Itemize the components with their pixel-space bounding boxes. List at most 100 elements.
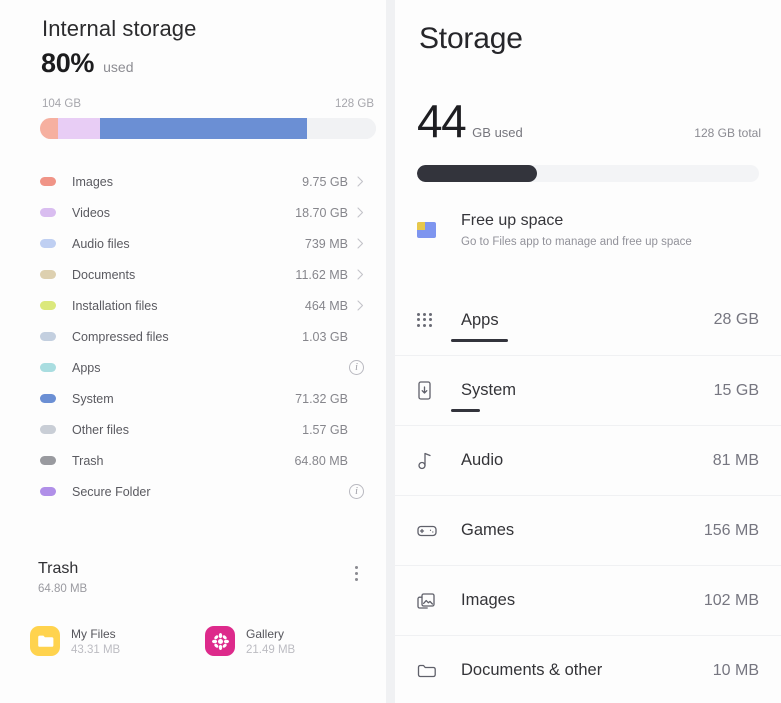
breakdown-label: Games bbox=[461, 521, 515, 539]
storage-used-number: 44 bbox=[417, 95, 467, 147]
pixel-storage-panel: Storage 44 GB used 128 GB total Free up … bbox=[395, 0, 781, 703]
percent-used-value: 80% bbox=[41, 48, 95, 78]
free-up-space-row[interactable]: Free up space Go to Files app to manage … bbox=[395, 212, 781, 248]
storage-category-row[interactable]: Audio files 739 MB bbox=[0, 228, 386, 259]
trash-app-text: Gallery 21.49 MB bbox=[246, 627, 295, 656]
category-size: 18.70 GB bbox=[295, 205, 348, 220]
breakdown-size: 156 MB bbox=[703, 521, 759, 539]
storage-progress-fill bbox=[417, 165, 537, 182]
storage-category-row[interactable]: Installation files 464 MB bbox=[0, 290, 386, 321]
free-up-space-title: Free up space bbox=[461, 212, 564, 229]
storage-breakdown-row[interactable]: Documents & other 10 MB bbox=[395, 635, 781, 703]
breakdown-label: System bbox=[461, 381, 517, 399]
info-icon[interactable]: i bbox=[348, 484, 364, 499]
category-color-dot bbox=[40, 456, 56, 465]
panel-divider bbox=[386, 0, 395, 703]
category-color-dot bbox=[40, 239, 56, 248]
trash-app-size: 43.31 MB bbox=[71, 643, 121, 656]
breakdown-usage-indicator bbox=[451, 338, 508, 342]
category-size: 1.57 GB bbox=[302, 422, 348, 437]
breakdown-size: 15 GB bbox=[713, 381, 759, 399]
trash-app-item[interactable]: My Files 43.31 MB bbox=[30, 626, 205, 656]
category-label: Documents bbox=[72, 267, 136, 282]
category-size: 11.62 MB bbox=[295, 267, 348, 282]
trash-app-item[interactable]: Gallery 21.49 MB bbox=[205, 626, 380, 656]
category-label: Audio files bbox=[72, 236, 130, 251]
category-size: 739 MB bbox=[304, 236, 348, 251]
storage-category-row[interactable]: Trash 64.80 MB bbox=[0, 445, 386, 476]
category-color-dot bbox=[40, 301, 56, 310]
storage-breakdown-row[interactable]: Games 156 MB bbox=[395, 495, 781, 565]
trash-title: Trash bbox=[38, 560, 79, 577]
storage-comparison-screen: Internal storage 80% used 104 GB 128 GB … bbox=[0, 0, 781, 703]
info-icon[interactable]: i bbox=[348, 360, 364, 375]
category-label: Compressed files bbox=[72, 329, 169, 344]
storage-category-row[interactable]: Videos 18.70 GB bbox=[0, 197, 386, 228]
trash-app-name: My Files bbox=[71, 626, 116, 641]
breakdown-usage-indicator bbox=[451, 408, 481, 412]
storage-page-title: Storage bbox=[419, 22, 523, 55]
category-size: 9.75 GB bbox=[302, 174, 348, 189]
category-color-dot bbox=[40, 270, 56, 279]
category-color-dot bbox=[40, 332, 56, 341]
breakdown-label: Apps bbox=[461, 310, 499, 329]
storage-breakdown-row[interactable]: Audio 81 MB bbox=[395, 425, 781, 495]
category-label: Other files bbox=[72, 422, 129, 437]
storage-used-summary: 44 GB used 128 GB total bbox=[417, 98, 761, 144]
storage-category-row[interactable]: Secure Folder i bbox=[0, 476, 386, 507]
breakdown-label: Audio bbox=[461, 451, 504, 469]
category-label: Secure Folder bbox=[72, 484, 151, 499]
category-label: Videos bbox=[72, 205, 110, 220]
trash-text-block: Trash 64.80 MB bbox=[38, 560, 87, 595]
category-size: 464 MB bbox=[304, 298, 348, 313]
trash-app-list: My Files 43.31 MB Gallery 21.49 MB bbox=[0, 626, 386, 656]
chevron-right-icon[interactable] bbox=[348, 176, 364, 187]
storage-category-row[interactable]: Images 9.75 GB bbox=[0, 166, 386, 197]
folder-icon bbox=[30, 626, 60, 656]
storage-category-row[interactable]: Apps i bbox=[0, 352, 386, 383]
storage-breakdown-row[interactable]: Apps 28 GB bbox=[395, 285, 781, 355]
storage-usage-bar bbox=[40, 118, 376, 139]
chevron-right-icon[interactable] bbox=[348, 300, 364, 311]
chevron-right-icon[interactable] bbox=[348, 269, 364, 280]
trash-section[interactable]: Trash 64.80 MB bbox=[0, 560, 386, 595]
storage-breakdown-list: Apps 28 GB System 15 GB Audio 81 MB Games 156 M… bbox=[395, 285, 781, 703]
apps-grid-icon bbox=[417, 312, 451, 328]
breakdown-label: Documents & other bbox=[461, 661, 603, 679]
storage-bar-segment-free bbox=[307, 118, 376, 139]
phone-download-icon bbox=[417, 381, 451, 400]
storage-category-row[interactable]: Documents 11.62 MB bbox=[0, 259, 386, 290]
free-up-space-subtitle: Go to Files app to manage and free up sp… bbox=[461, 236, 692, 248]
storage-breakdown-row[interactable]: System 15 GB bbox=[395, 355, 781, 425]
chevron-right-icon[interactable] bbox=[348, 238, 364, 249]
breakdown-size: 10 MB bbox=[712, 661, 759, 679]
chevron-right-icon[interactable] bbox=[348, 207, 364, 218]
storage-used-unit: GB used bbox=[472, 125, 523, 140]
category-color-dot bbox=[40, 487, 56, 496]
free-up-space-text: Free up space Go to Files app to manage … bbox=[451, 212, 692, 248]
percent-used-block: 80% used bbox=[41, 48, 134, 79]
free-up-space-icon bbox=[417, 212, 451, 238]
storage-category-row[interactable]: System 71.32 GB bbox=[0, 383, 386, 414]
storage-category-list: Images 9.75 GB Videos 18.70 GB Audio files 73… bbox=[0, 166, 386, 507]
storage-category-row[interactable]: Other files 1.57 GB bbox=[0, 414, 386, 445]
storage-progress-track bbox=[417, 165, 759, 182]
music-note-icon bbox=[417, 451, 451, 470]
storage-category-row[interactable]: Compressed files 1.03 GB bbox=[0, 321, 386, 352]
internal-storage-panel: Internal storage 80% used 104 GB 128 GB … bbox=[0, 0, 386, 703]
bar-end-label: 128 GB bbox=[335, 98, 374, 110]
breakdown-size: 81 MB bbox=[712, 451, 759, 469]
storage-total-label: 128 GB total bbox=[694, 126, 761, 140]
bar-start-label: 104 GB bbox=[42, 98, 81, 110]
gamepad-icon bbox=[417, 524, 451, 538]
category-color-dot bbox=[40, 425, 56, 434]
internal-storage-title: Internal storage bbox=[42, 16, 197, 41]
breakdown-size: 28 GB bbox=[713, 311, 759, 328]
trash-more-options-icon[interactable] bbox=[355, 560, 358, 581]
category-label: System bbox=[72, 391, 114, 406]
storage-breakdown-row[interactable]: Images 102 MB bbox=[395, 565, 781, 635]
folder-outline-icon bbox=[417, 663, 451, 678]
category-label: Trash bbox=[72, 453, 104, 468]
trash-app-text: My Files 43.31 MB bbox=[71, 627, 120, 656]
category-label: Installation files bbox=[72, 298, 158, 313]
